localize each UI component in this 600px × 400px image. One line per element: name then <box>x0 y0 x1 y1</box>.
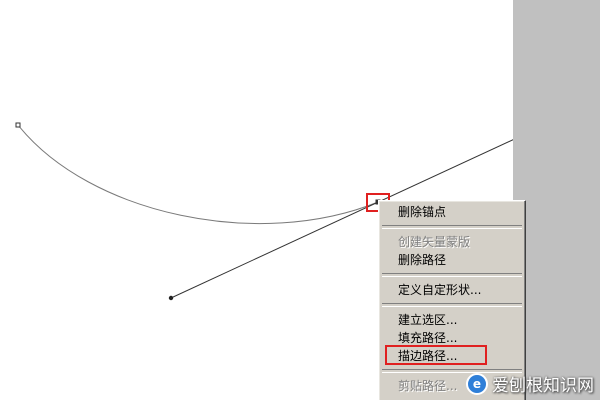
menu-item-delete-path[interactable]: 删除路径 <box>379 251 525 269</box>
watermark: e 爱刨根知识网 <box>466 371 594 396</box>
start-anchor-point-icon[interactable] <box>15 122 21 128</box>
menu-item-define-custom-shape[interactable]: 定义自定形状... <box>379 281 525 299</box>
menu-separator <box>382 273 522 277</box>
menu-separator <box>382 303 522 307</box>
canvas-area[interactable]: 删除锚点 创建矢量蒙版 删除路径 定义自定形状... 建立选区... 填充路径.… <box>0 0 600 400</box>
menu-item-stroke-path-label: 描边路径... <box>398 349 458 363</box>
context-menu: 删除锚点 创建矢量蒙版 删除路径 定义自定形状... 建立选区... 填充路径.… <box>378 200 526 400</box>
menu-separator <box>382 225 522 229</box>
menu-item-make-selection[interactable]: 建立选区... <box>379 311 525 329</box>
curved-path-segment[interactable] <box>17 124 379 224</box>
menu-item-stroke-path[interactable]: 描边路径... <box>379 345 525 365</box>
direction-handle-left-icon[interactable] <box>168 295 174 301</box>
watermark-text: 爱刨根知识网 <box>492 376 594 396</box>
menu-item-delete-anchor[interactable]: 删除锚点 <box>379 203 525 221</box>
watermark-logo-icon: e <box>466 372 488 395</box>
menu-item-fill-path[interactable]: 填充路径... <box>379 329 525 347</box>
gray-panel <box>513 0 600 400</box>
menu-item-create-vector-mask: 创建矢量蒙版 <box>398 235 471 249</box>
